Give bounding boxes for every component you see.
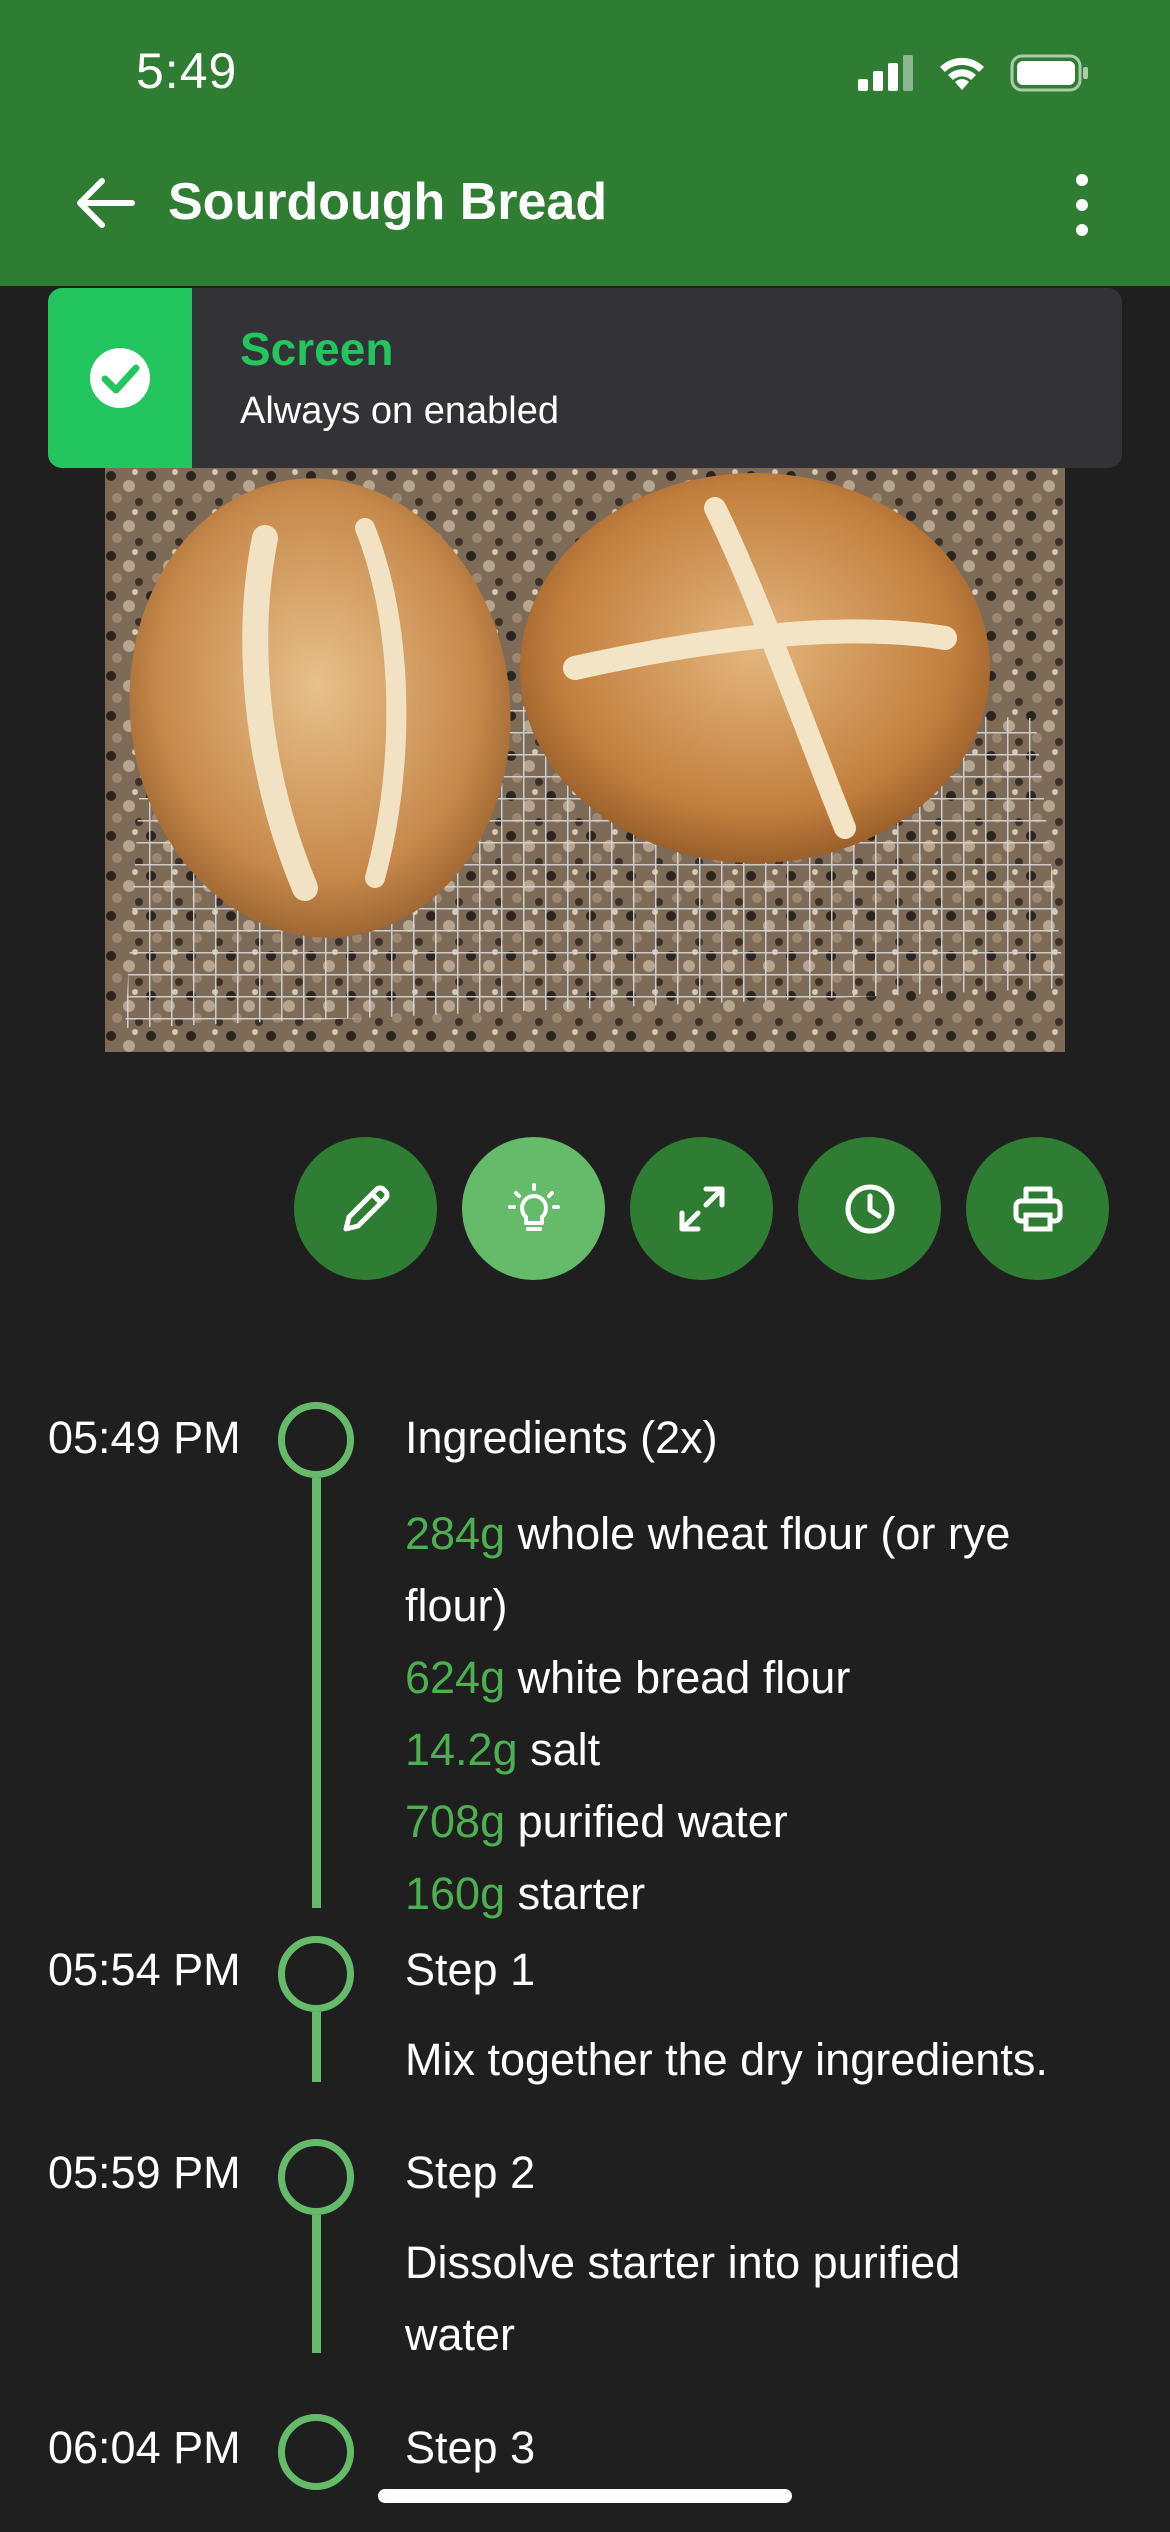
toast-icon-box — [48, 288, 192, 468]
screen-always-on-toast: Screen Always on enabled — [48, 288, 1122, 468]
ingredient-name: white bread flour — [517, 1652, 851, 1703]
timeline-connector — [312, 2215, 321, 2353]
lightbulb-icon — [507, 1182, 560, 1231]
step-text: Dissolve starter into purified water — [405, 2237, 961, 2360]
app-bar: 5:49 Sourdough Bread — [0, 0, 1170, 286]
ingredient-name: starter — [517, 1868, 646, 1919]
ingredient-qty: 708g — [405, 1796, 506, 1847]
timeline-node — [278, 1936, 354, 2012]
timeline-node — [278, 1402, 354, 1478]
printer-icon — [1013, 1186, 1062, 1231]
ingredient-item: 708g purified water — [405, 1786, 1125, 1858]
keep-screen-on-button[interactable] — [462, 1137, 605, 1280]
ingredient-qty: 14.2g — [405, 1724, 518, 1775]
back-arrow-icon[interactable] — [70, 168, 140, 238]
entry-time: 05:49 PM — [48, 1412, 241, 1463]
ingredient-qty: 624g — [405, 1652, 506, 1703]
timeline-node — [278, 2139, 354, 2215]
wifi-icon — [940, 57, 984, 90]
entry-heading: Step 1 — [405, 1944, 536, 1995]
recipe-photo — [105, 468, 1065, 1052]
toast-title: Screen — [240, 323, 394, 375]
ingredient-name: salt — [530, 1724, 601, 1775]
ingredient-qty: 284g — [405, 1508, 506, 1559]
entry-heading: Ingredients (2x) — [405, 1412, 718, 1463]
expand-icon — [679, 1186, 724, 1231]
status-icons — [858, 54, 1090, 92]
cellular-signal-icon — [858, 55, 913, 91]
edit-button[interactable] — [294, 1137, 437, 1280]
print-button[interactable] — [966, 1137, 1109, 1280]
entry-heading: Step 3 — [405, 2422, 536, 2473]
entry-time: 05:54 PM — [48, 1944, 241, 1995]
pencil-icon — [343, 1185, 389, 1231]
entry-time: 05:59 PM — [48, 2147, 241, 2198]
entry-heading: Step 2 — [405, 2147, 536, 2198]
ingredient-item: 14.2g salt — [405, 1714, 1125, 1786]
step-text: Mix together the dry ingredients. — [405, 2034, 1048, 2085]
ingredient-item: 284g whole wheat flour (or rye flour) — [405, 1498, 1125, 1642]
toast-message: Always on enabled — [240, 390, 559, 432]
recipe-actions — [294, 1137, 1109, 1280]
timeline-connector — [312, 1478, 321, 1908]
timer-button[interactable] — [798, 1137, 941, 1280]
entry-time: 06:04 PM — [48, 2422, 241, 2473]
battery-icon — [1010, 54, 1088, 92]
ingredient-item: 160g starter — [405, 1858, 1125, 1930]
ingredient-qty: 160g — [405, 1868, 506, 1919]
timeline-connector — [312, 2012, 321, 2082]
check-circle-icon — [90, 348, 150, 408]
home-indicator — [378, 2489, 792, 2503]
page-title: Sourdough Bread — [168, 173, 608, 231]
clock-icon — [845, 1184, 894, 1233]
ingredient-item: 624g white bread flour — [405, 1642, 1125, 1714]
status-time: 5:49 — [136, 43, 238, 99]
more-vert-icon[interactable] — [1064, 170, 1100, 240]
ingredient-list: 284g whole wheat flour (or rye flour) 62… — [405, 1498, 1125, 1930]
ingredient-name: purified water — [517, 1796, 788, 1847]
fullscreen-button[interactable] — [630, 1137, 773, 1280]
timeline-node — [278, 2414, 354, 2490]
